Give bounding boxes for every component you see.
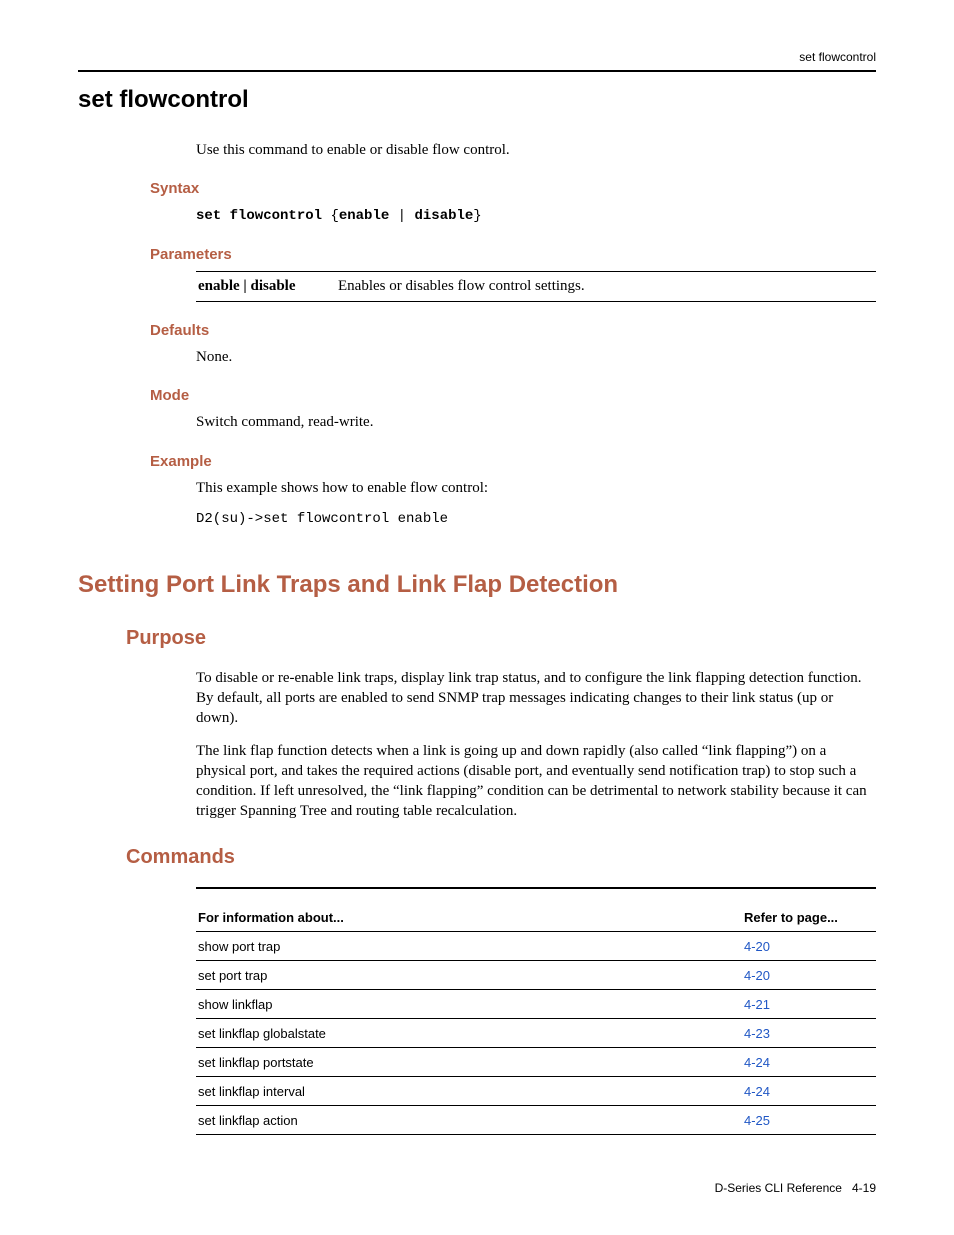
- page-reference-link[interactable]: 4-24: [744, 1084, 874, 1099]
- parameter-description: Enables or disables flow control setting…: [338, 278, 874, 295]
- syntax-heading: Syntax: [150, 180, 876, 197]
- command-intro: Use this command to enable or disable fl…: [196, 140, 876, 160]
- command-name: set linkflap interval: [198, 1084, 744, 1099]
- parameters-heading: Parameters: [150, 246, 876, 263]
- brace-open: {: [330, 208, 338, 224]
- commands-heading: Commands: [126, 846, 876, 869]
- table-header-page: Refer to page...: [744, 910, 874, 925]
- page-reference-link[interactable]: 4-25: [744, 1113, 874, 1128]
- command-name: set linkflap portstate: [198, 1055, 744, 1070]
- footer-page: 4-19: [852, 1181, 876, 1195]
- purpose-paragraph-1: To disable or re-enable link traps, disp…: [196, 668, 876, 729]
- example-heading: Example: [150, 453, 876, 470]
- mode-text: Switch command, read-write.: [196, 412, 876, 432]
- table-row: set linkflap action4-25: [196, 1106, 876, 1134]
- page-reference-link[interactable]: 4-20: [744, 939, 874, 954]
- example-code: D2(su)->set flowcontrol enable: [196, 510, 876, 529]
- command-name: show linkflap: [198, 997, 744, 1012]
- page-reference-link[interactable]: 4-21: [744, 997, 874, 1012]
- table-row: show port trap4-20: [196, 932, 876, 960]
- purpose-heading: Purpose: [126, 627, 876, 650]
- mode-block: Switch command, read-write.: [196, 412, 876, 432]
- command-name: set linkflap globalstate: [198, 1026, 744, 1041]
- syntax-pipe: |: [389, 208, 414, 224]
- table-rule-bottom: [196, 1134, 876, 1135]
- command-name: set linkflap action: [198, 1113, 744, 1128]
- syntax-code: set flowcontrol {enable | disable}: [196, 208, 482, 224]
- header-rule: [78, 70, 876, 72]
- page-footer: D-Series CLI Reference 4-19: [78, 1181, 876, 1195]
- table-row: set port trap4-20: [196, 961, 876, 989]
- table-row: set linkflap globalstate4-23: [196, 1019, 876, 1047]
- table-row: show linkflap4-21: [196, 990, 876, 1018]
- syntax-block: set flowcontrol {enable | disable}: [196, 205, 876, 226]
- intro-text: Use this command to enable or disable fl…: [196, 140, 876, 160]
- syntax-opt-enable: enable: [339, 208, 389, 224]
- defaults-heading: Defaults: [150, 322, 876, 339]
- syntax-opt-disable: disable: [414, 208, 473, 224]
- command-name: set port trap: [198, 968, 744, 983]
- command-title: set flowcontrol: [78, 86, 876, 114]
- defaults-text: None.: [196, 347, 876, 367]
- parameter-key: enable | disable: [198, 278, 338, 295]
- purpose-block: To disable or re-enable link traps, disp…: [196, 668, 876, 822]
- purpose-paragraph-2: The link flap function detects when a li…: [196, 741, 876, 822]
- running-header: set flowcontrol: [78, 50, 876, 64]
- brace-close: }: [473, 208, 481, 224]
- parameters-table: enable | disable Enables or disables flo…: [196, 271, 876, 302]
- table-row: set linkflap interval4-24: [196, 1077, 876, 1105]
- defaults-block: None.: [196, 347, 876, 367]
- table-row: set linkflap portstate4-24: [196, 1048, 876, 1076]
- param-rule-bottom: [196, 301, 876, 302]
- page-reference-link[interactable]: 4-24: [744, 1055, 874, 1070]
- parameter-row: enable | disable Enables or disables flo…: [196, 272, 876, 301]
- page-reference-link[interactable]: 4-23: [744, 1026, 874, 1041]
- page-reference-link[interactable]: 4-20: [744, 968, 874, 983]
- example-intro: This example shows how to enable flow co…: [196, 478, 876, 498]
- table-header-row: For information about... Refer to page..…: [196, 903, 876, 931]
- mode-heading: Mode: [150, 387, 876, 404]
- command-name: show port trap: [198, 939, 744, 954]
- page-container: set flowcontrol set flowcontrol Use this…: [0, 0, 954, 1235]
- section-title: Setting Port Link Traps and Link Flap De…: [78, 571, 876, 599]
- commands-table: For information about... Refer to page..…: [196, 887, 876, 1135]
- syntax-cmd: set flowcontrol: [196, 208, 322, 224]
- table-header-info: For information about...: [198, 910, 744, 925]
- table-rule-top: [196, 887, 876, 889]
- footer-book: D-Series CLI Reference: [715, 1181, 842, 1195]
- example-block: This example shows how to enable flow co…: [196, 478, 876, 529]
